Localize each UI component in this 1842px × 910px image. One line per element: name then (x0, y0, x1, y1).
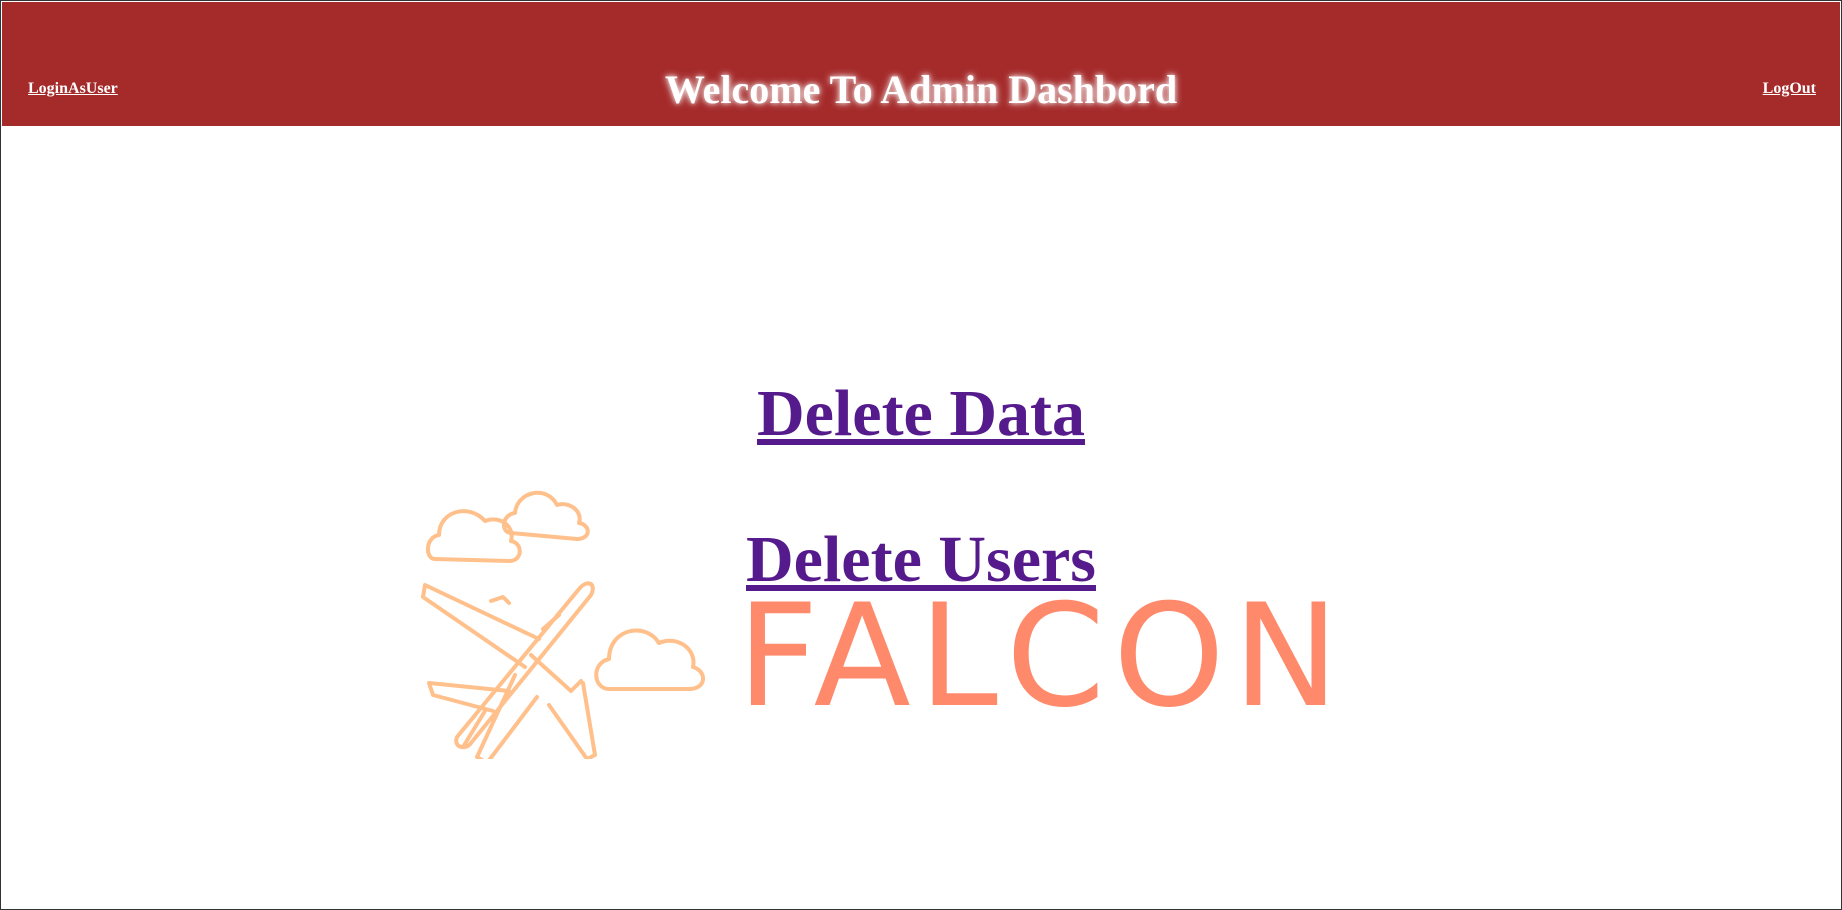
header-bar: LoginAsUser Welcome To Admin Dashbord Lo… (2, 2, 1840, 126)
delete-data-link[interactable]: Delete Data (757, 377, 1085, 450)
delete-data-row: Delete Data (1, 377, 1841, 451)
airplane-with-clouds-icon (421, 581, 597, 759)
delete-users-link[interactable]: Delete Users (746, 523, 1096, 596)
delete-users-row: Delete Users (1, 523, 1841, 597)
cloud-icon (594, 628, 705, 691)
logout-link[interactable]: LogOut (1763, 80, 1816, 98)
page-frame: LoginAsUser Welcome To Admin Dashbord Lo… (0, 0, 1842, 910)
falcon-logo: FALCON (421, 490, 1347, 759)
logo-wordmark: FALCON (737, 574, 1347, 739)
page-title: Welcome To Admin Dashbord (664, 67, 1178, 112)
